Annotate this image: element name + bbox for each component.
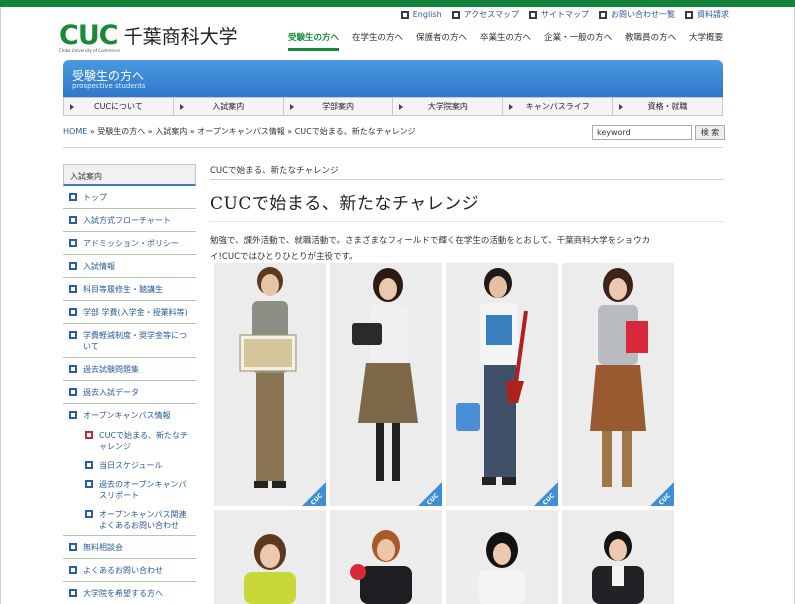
sidebar-item-past-exams[interactable]: 過去試験問題集 (63, 358, 196, 381)
search-input[interactable] (592, 125, 692, 140)
student-photo (330, 263, 442, 506)
student-photo (330, 510, 442, 604)
utility-links: English アクセスマップ サイトマップ お問い合わせ一覧 資料請求 (400, 9, 729, 20)
page-title: CUCで始まる、新たなチャレンジ (210, 194, 480, 214)
sidebar-item-flowchart[interactable]: 入試方式フローチャート (63, 209, 196, 232)
sidebar-subitem-challenge[interactable]: CUCで始まる、新たなチャレンジ (63, 426, 196, 456)
square-bullet-icon (69, 365, 77, 373)
site-search: 検 索 (592, 125, 725, 140)
student-photo (446, 510, 558, 604)
sidebar-item-admission-policy[interactable]: アドミッション・ポリシー (63, 232, 196, 255)
sidebar-item-auditors[interactable]: 科目等履修生・聴講生 (63, 278, 196, 301)
sub-nav-about-cuc[interactable]: CUCについて (64, 98, 174, 115)
breadcrumb-trail: » 受験生の方へ » 入試案内 » オープンキャンパス情報 » CUCで始まる、… (87, 127, 416, 136)
header-divider (63, 147, 723, 148)
sidebar-item-exam-info[interactable]: 入試情報 (63, 255, 196, 278)
student-photo (214, 263, 326, 506)
sidebar-item-past-data[interactable]: 過去入試データ (63, 381, 196, 404)
square-bullet-icon (685, 10, 693, 19)
global-nav-alumni[interactable]: 卒業生の方へ (480, 31, 531, 51)
square-bullet-icon (69, 285, 77, 293)
square-bullet-icon (69, 566, 77, 574)
student-photo (562, 510, 674, 604)
utility-link-english[interactable]: English (400, 9, 442, 20)
utility-link-access[interactable]: アクセスマップ (451, 9, 519, 20)
sidebar: 入試案内 トップ 入試方式フローチャート アドミッション・ポリシー 入試情報 科… (63, 164, 196, 604)
square-bullet-icon (69, 411, 77, 419)
utility-link-sitemap[interactable]: サイトマップ (529, 9, 589, 20)
sidebar-subitem-report[interactable]: 過去のオープンキャンパスリポート (63, 475, 196, 505)
sidebar-item-graduate[interactable]: 大学院を希望する方へ (63, 582, 196, 604)
square-bullet-icon (85, 431, 93, 439)
sidebar-heading: 入試案内 (63, 164, 196, 186)
square-bullet-icon (400, 10, 409, 19)
utility-link-contact[interactable]: お問い合わせ一覧 (599, 9, 675, 20)
logo-university-name: 千葉商科大学 (123, 26, 238, 48)
global-nav-about[interactable]: 大学概要 (689, 31, 723, 51)
logo-subtitle: Chiba University of Commerce (59, 48, 120, 53)
global-nav-parents[interactable]: 保護者の方へ (416, 31, 467, 51)
student-photo-card[interactable] (330, 510, 442, 604)
student-photo-card[interactable] (446, 510, 558, 604)
main-content: CUCで始まる、新たなチャレンジ CUCで始まる、新たなチャレンジ 勉強で、課外… (210, 164, 724, 265)
square-bullet-icon (69, 388, 77, 396)
student-photo-card[interactable]: CUC (214, 263, 326, 506)
global-nav: 受験生の方へ 在学生の方へ 保護者の方へ 卒業生の方へ 企業・一般の方へ 教職員… (288, 31, 723, 51)
student-photo-card[interactable]: CUC (446, 263, 558, 506)
global-nav-students[interactable]: 在学生の方へ (352, 31, 403, 51)
square-bullet-icon (69, 589, 77, 597)
student-photo (562, 263, 674, 506)
site-logo[interactable]: CUC 千葉商科大学 Chiba University of Commerce (59, 20, 238, 53)
title-underline (210, 221, 724, 222)
square-bullet-icon (529, 10, 537, 19)
sidebar-subitem-schedule[interactable]: 当日スケジュール (63, 456, 196, 475)
section-banner: 受験生の方へ prospective students (63, 60, 723, 97)
square-bullet-icon (599, 10, 607, 19)
banner-subtitle: prospective students (72, 82, 146, 90)
sidebar-item-open-campus[interactable]: オープンキャンパス情報 (63, 404, 196, 426)
breadcrumb: HOME » 受験生の方へ » 入試案内 » オープンキャンパス情報 » CUC… (63, 126, 416, 137)
square-bullet-icon (69, 239, 77, 247)
square-bullet-icon (69, 543, 77, 551)
square-bullet-icon (69, 193, 77, 201)
section-label: CUCで始まる、新たなチャレンジ (210, 164, 724, 180)
square-bullet-icon (85, 480, 93, 488)
sub-nav-admissions[interactable]: 入試案内 (174, 98, 284, 115)
logo-mark: CUC (59, 20, 119, 51)
square-bullet-icon (69, 262, 77, 270)
student-photo-card[interactable]: CUC (562, 263, 674, 506)
sidebar-subitem-faq[interactable]: オープンキャンパス関連よくあるお問い合わせ (63, 505, 196, 536)
square-bullet-icon (69, 308, 77, 316)
global-nav-business[interactable]: 企業・一般の方へ (544, 31, 612, 51)
sidebar-item-scholarship[interactable]: 学費軽減制度・奨学金等について (63, 324, 196, 358)
square-bullet-icon (85, 461, 93, 469)
sub-nav-campus-life[interactable]: キャンパスライフ (503, 98, 614, 115)
sidebar-item-faq[interactable]: よくあるお問い合わせ (63, 559, 196, 582)
breadcrumb-home[interactable]: HOME (63, 127, 87, 136)
student-photo (446, 263, 558, 506)
top-accent-bar (0, 0, 795, 7)
sidebar-item-tuition[interactable]: 学部 学費(入学金・授業料等) (63, 301, 196, 324)
sidebar-item-top[interactable]: トップ (63, 186, 196, 209)
square-bullet-icon (85, 510, 93, 518)
student-photo (214, 510, 326, 604)
sub-nav: CUCについて 入試案内 学部案内 大学院案内 キャンパスライフ 資格・就職 (63, 97, 723, 116)
sub-nav-graduate[interactable]: 大学院案内 (393, 98, 504, 115)
student-photo-card[interactable] (214, 510, 326, 604)
page-description: 勉強で、課外活動で、就職活動で。さまざまなフィールドで輝く在学生の活動をとおして… (210, 236, 651, 262)
sub-nav-faculties[interactable]: 学部案内 (284, 98, 394, 115)
utility-link-request[interactable]: 資料請求 (685, 9, 729, 20)
global-nav-faculty[interactable]: 教職員の方へ (625, 31, 676, 51)
square-bullet-icon (451, 10, 460, 19)
sidebar-item-consultation[interactable]: 無料相談会 (63, 536, 196, 559)
square-bullet-icon (69, 331, 77, 339)
sub-nav-careers[interactable]: 資格・就職 (613, 98, 722, 115)
square-bullet-icon (69, 216, 77, 224)
global-nav-prospective[interactable]: 受験生の方へ (288, 31, 340, 51)
student-photo-card[interactable]: CUC (330, 263, 442, 506)
student-photo-card[interactable] (562, 510, 674, 604)
search-button[interactable]: 検 索 (695, 125, 725, 140)
